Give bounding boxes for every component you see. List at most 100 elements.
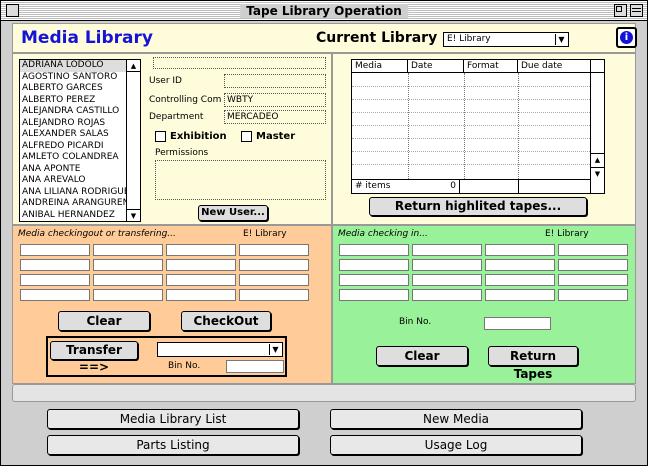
info-button[interactable]: i [616,27,637,48]
user-list-item[interactable]: ADRIANA LODOLO [20,60,126,72]
checkin-entry-cell[interactable] [485,259,555,271]
master-label: Master [256,131,296,142]
title-bar[interactable]: Tape Library Operation [1,1,647,21]
user-list-item[interactable]: ANA AREVALO [20,175,126,187]
close-box-icon[interactable] [6,4,19,17]
controlling-company-label: Controlling Compa [149,95,222,105]
checkin-entry-cell[interactable] [412,244,482,256]
user-list-item[interactable]: AGOSTINO SANTORO [20,72,126,84]
dropdown-arrow-icon: ▼ [555,34,567,45]
exhibition-checkbox[interactable] [155,131,166,142]
master-checkbox[interactable] [241,131,252,142]
transfer-library-select[interactable]: ▼ [157,342,283,357]
checkin-entry-cell[interactable] [485,289,555,301]
user-list-item[interactable]: AMLETO COLANDREA [20,152,126,164]
parts-listing-button[interactable]: Parts Listing [47,435,299,455]
user-id-label: User ID [149,76,182,86]
transfer-button[interactable]: Transfer ==> [50,341,138,374]
dropdown-arrow-icon: ▼ [269,344,281,355]
scroll-down-arrow-icon[interactable]: ▼ [591,167,604,179]
scroll-up-arrow-icon[interactable]: ▲ [127,60,140,72]
checkin-entry-cell[interactable] [339,274,409,286]
return-tapes-button[interactable]: Return Tapes [488,346,578,381]
checkout-entry-cell[interactable] [166,274,236,286]
checkin-entry-cell[interactable] [558,289,628,301]
user-search-field[interactable] [153,57,326,69]
checkout-entry-cell[interactable] [93,289,163,301]
checkout-entry-cell[interactable] [239,259,309,271]
header-bar: Media Library Current Library => E! Libr… [12,23,637,53]
checkin-entry-cell[interactable] [412,259,482,271]
checkout-entry-cell[interactable] [20,259,90,271]
checkin-entry-cell[interactable] [339,259,409,271]
user-list-item[interactable]: ALEXANDER SALAS [20,129,126,141]
user-list-item[interactable]: ANA APONTE [20,164,126,176]
checkout-entry-cell[interactable] [239,244,309,256]
tapes-scrollbar[interactable]: ▲ ▼ [590,60,604,193]
current-library-select[interactable]: E! Library ▼ [443,32,569,47]
new-user-button[interactable]: New User... [198,205,268,221]
checkin-entry-cell[interactable] [339,289,409,301]
checkout-entry-cell[interactable] [20,289,90,301]
checkin-bin-label: Bin No. [399,317,432,327]
checkin-bin-field[interactable] [484,317,551,330]
collapse-box-icon[interactable] [630,4,643,17]
user-list-item[interactable]: ALEJANDRO ROJAS [20,118,126,130]
column-header-due-date[interactable]: Due date [518,60,592,73]
department-field[interactable]: MERCADEO [224,110,326,124]
user-name-list[interactable]: ADRIANA LODOLO AGOSTINO SANTORO ALBERTO GA… [19,59,141,222]
checkin-entry-cell[interactable] [412,274,482,286]
user-list-item[interactable]: ALBERTO PEREZ [20,95,126,107]
checkout-bin-field[interactable] [226,360,284,373]
scroll-down-arrow-icon[interactable]: ▼ [127,209,140,221]
checkin-panel: Media checking in... E! Library Bin No. … [332,225,636,384]
checkout-clear-button[interactable]: Clear [58,311,150,331]
checkin-clear-button[interactable]: Clear [376,346,468,366]
user-list-scrollbar[interactable]: ▲ ▼ [126,60,140,221]
user-list-item[interactable]: ANIBAL HERNANDEZ [20,210,126,222]
column-header-media[interactable]: Media [352,60,408,73]
checkin-entry-cell[interactable] [485,244,555,256]
checkout-section-title: Media checkingout or transfering... [18,229,176,239]
checkout-entry-cell[interactable] [93,244,163,256]
checkout-entry-cell[interactable] [93,274,163,286]
items-count: 0 [408,180,460,193]
checkin-entry-cell[interactable] [485,274,555,286]
transfer-group: Transfer ==> ▼ Bin No. [46,336,287,377]
checkout-entry-cell[interactable] [93,259,163,271]
checkout-panel: Media checkingout or transfering... E! L… [12,225,332,384]
checkout-entry-cell[interactable] [166,244,236,256]
permissions-field[interactable] [155,160,326,200]
user-list-item[interactable]: ALEJANDRA CASTILLO [20,106,126,118]
column-header-format[interactable]: Format [464,60,518,73]
checkout-entry-cell[interactable] [166,259,236,271]
controlling-company-field[interactable]: WBTY [224,93,326,107]
user-list-item[interactable]: ANDREINA ARANGUREN [20,198,126,210]
checkin-entry-cell[interactable] [558,259,628,271]
checkin-entry-cell[interactable] [558,244,628,256]
user-list-item[interactable]: ALFREDO PICARDI [20,141,126,153]
checkout-entry-cell[interactable] [20,274,90,286]
user-id-field[interactable] [224,74,326,88]
user-list-item[interactable]: ANA LILIANA RODRIGUE [20,187,126,199]
department-label: Department [149,112,204,122]
user-list-item[interactable]: ALBERTO GARCES [20,83,126,95]
items-footer: # items 0 [352,179,592,193]
column-header-date[interactable]: Date [408,60,464,73]
checkin-entry-cell[interactable] [558,274,628,286]
media-library-list-button[interactable]: Media Library List [47,409,299,429]
checkin-entry-cell[interactable] [339,244,409,256]
tapes-table[interactable]: Media Date Format Due date # items 0 ▲ ▼ [351,59,605,194]
scroll-up-arrow-icon[interactable]: ▲ [591,153,604,165]
checkout-entry-cell[interactable] [166,289,236,301]
user-list-item[interactable]: ANTONIO RODRIGUEZ [20,221,126,222]
return-highlighted-tapes-button[interactable]: Return highlited tapes... [369,197,587,216]
checkout-entry-cell[interactable] [20,244,90,256]
zoom-box-icon[interactable] [614,4,627,17]
checkout-entry-cell[interactable] [239,289,309,301]
checkout-button[interactable]: CheckOut [181,311,271,331]
new-media-button[interactable]: New Media [330,409,582,429]
checkout-entry-cell[interactable] [239,274,309,286]
checkin-entry-cell[interactable] [412,289,482,301]
usage-log-button[interactable]: Usage Log [330,435,582,455]
